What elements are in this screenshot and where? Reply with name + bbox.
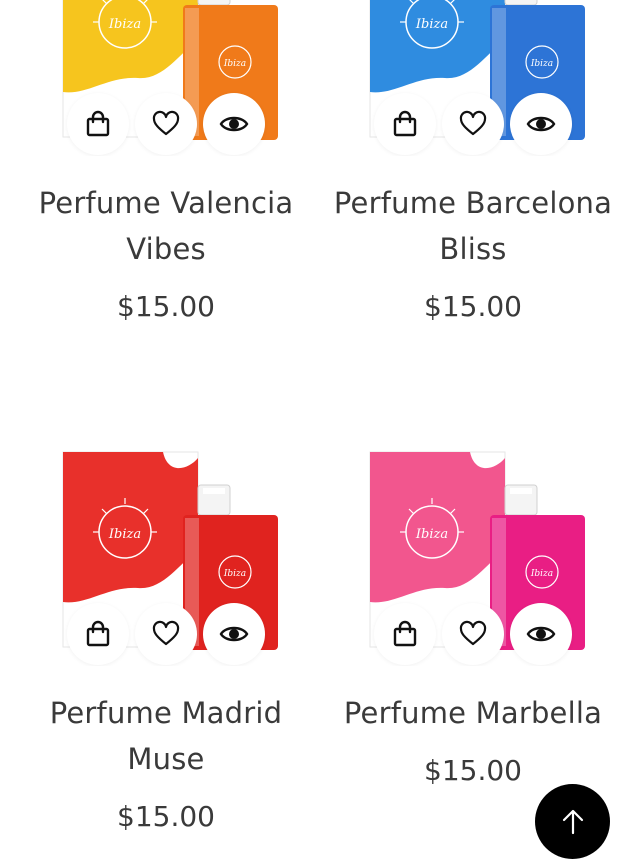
heart-icon: [459, 110, 487, 136]
shopping-bag-icon: [393, 620, 417, 647]
add-to-cart-button[interactable]: [67, 93, 129, 155]
svg-text:Ibiza: Ibiza: [223, 569, 246, 579]
quick-view-button[interactable]: [203, 93, 265, 155]
wishlist-button[interactable]: [135, 603, 197, 665]
eye-icon: [219, 116, 249, 132]
add-to-cart-button[interactable]: [374, 93, 436, 155]
product-image-area[interactable]: Ibiza Ibiza: [13, 0, 319, 156]
product-card[interactable]: Ibiza Ibiza Perfume Barcelona Bliss $15.00: [320, 0, 626, 323]
back-to-top-button[interactable]: [535, 784, 610, 859]
product-title[interactable]: Perfume Valencia Vibes: [13, 180, 319, 272]
heart-icon: [152, 620, 180, 646]
eye-icon: [219, 626, 249, 642]
add-to-cart-button[interactable]: [67, 603, 129, 665]
shopping-bag-icon: [86, 620, 110, 647]
svg-text:Ibiza: Ibiza: [530, 569, 553, 579]
product-actions: [320, 93, 626, 155]
product-image-area[interactable]: Ibiza Ibiza: [320, 340, 626, 666]
eye-icon: [526, 116, 556, 132]
product-card[interactable]: Ibiza Ibiza Perfume Madrid Muse $15.00: [13, 340, 319, 833]
product-card[interactable]: Ibiza Ibiza Perfume Marbella $15.00: [320, 340, 626, 787]
product-price: $15.00: [117, 290, 215, 323]
add-to-cart-button[interactable]: [374, 603, 436, 665]
brand-mark: Ibiza: [108, 527, 141, 542]
product-actions: [13, 603, 319, 665]
svg-text:Ibiza: Ibiza: [530, 59, 553, 69]
shopping-bag-icon: [393, 110, 417, 137]
product-title[interactable]: Perfume Madrid Muse: [13, 690, 319, 782]
brand-mark: Ibiza: [415, 17, 448, 32]
wishlist-button[interactable]: [135, 93, 197, 155]
product-price: $15.00: [424, 290, 522, 323]
quick-view-button[interactable]: [203, 603, 265, 665]
product-card[interactable]: Ibiza Ibiza Perfume Valencia Vibes $15.00: [13, 0, 319, 323]
heart-icon: [459, 620, 487, 646]
svg-text:Ibiza: Ibiza: [223, 59, 246, 69]
quick-view-button[interactable]: [510, 93, 572, 155]
product-price: $15.00: [424, 754, 522, 787]
shopping-bag-icon: [86, 110, 110, 137]
product-actions: [320, 603, 626, 665]
brand-mark: Ibiza: [108, 17, 141, 32]
product-image-area[interactable]: Ibiza Ibiza: [13, 340, 319, 666]
product-price: $15.00: [117, 800, 215, 833]
arrow-up-icon: [562, 809, 583, 834]
eye-icon: [526, 626, 556, 642]
wishlist-button[interactable]: [442, 93, 504, 155]
quick-view-button[interactable]: [510, 603, 572, 665]
product-image-area[interactable]: Ibiza Ibiza: [320, 0, 626, 156]
product-actions: [13, 93, 319, 155]
product-title[interactable]: Perfume Barcelona Bliss: [320, 180, 626, 272]
brand-mark: Ibiza: [415, 527, 448, 542]
heart-icon: [152, 110, 180, 136]
wishlist-button[interactable]: [442, 603, 504, 665]
product-title[interactable]: Perfume Marbella: [320, 690, 626, 736]
